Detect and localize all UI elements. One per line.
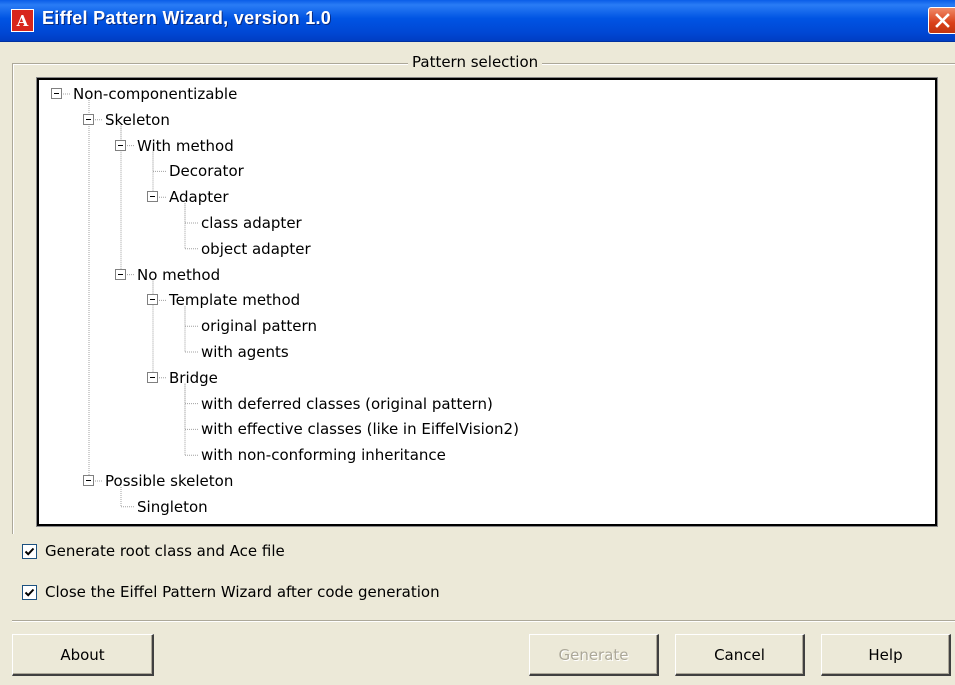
tree-item[interactable]: original pattern — [199, 316, 319, 336]
collapse-toggle-icon[interactable] — [83, 113, 94, 125]
about-button[interactable]: About — [12, 634, 154, 676]
collapse-toggle-icon[interactable] — [147, 371, 158, 383]
close-after-label: Close the Eiffel Pattern Wizard after co… — [45, 583, 440, 601]
checkmark-icon — [24, 547, 35, 556]
collapse-toggle-icon[interactable] — [115, 268, 126, 280]
checkmark-icon — [24, 588, 35, 597]
tree-item[interactable]: Adapter — [167, 187, 231, 207]
app-logo-icon[interactable]: A — [11, 9, 34, 32]
close-after-option[interactable]: Close the Eiffel Pattern Wizard after co… — [22, 582, 440, 602]
tree-item[interactable]: Non-componentizable — [71, 84, 239, 104]
tree-item[interactable]: with deferred classes (original pattern) — [199, 394, 495, 414]
generate-root-label: Generate root class and Ace file — [45, 542, 285, 560]
generate-root-option[interactable]: Generate root class and Ace file — [22, 541, 285, 561]
tree-item[interactable]: object adapter — [199, 239, 313, 259]
tree-item[interactable]: with effective classes (like in EiffelVi… — [199, 419, 521, 439]
collapse-toggle-icon[interactable] — [83, 475, 94, 486]
generate-button[interactable]: Generate — [529, 634, 659, 676]
pattern-tree[interactable]: Non-componentizable Skeleton With method De… — [37, 78, 937, 526]
tree-item[interactable]: No method — [135, 265, 222, 285]
tree-item[interactable]: Bridge — [167, 368, 220, 388]
collapse-toggle-icon[interactable] — [147, 191, 158, 203]
tree-item[interactable]: Template method — [167, 290, 302, 310]
tree-item[interactable]: with non-conforming inheritance — [199, 445, 448, 465]
collapse-toggle-icon[interactable] — [147, 294, 158, 306]
window-title: Eiffel Pattern Wizard, version 1.0 — [42, 8, 332, 28]
collapse-toggle-icon[interactable] — [51, 88, 62, 99]
separator — [12, 620, 955, 622]
tree-item[interactable]: with agents — [199, 342, 291, 362]
tree-item[interactable]: class adapter — [199, 213, 304, 233]
help-button[interactable]: Help — [821, 634, 951, 676]
pattern-selection-label: Pattern selection — [408, 53, 543, 71]
tree-item[interactable]: Possible skeleton — [103, 471, 235, 491]
tree-item[interactable]: Skeleton — [103, 110, 172, 130]
close-button[interactable] — [928, 7, 955, 34]
tree-item[interactable]: Decorator — [167, 161, 246, 181]
close-icon — [934, 13, 950, 28]
tree-item[interactable]: With method — [135, 136, 236, 156]
tree-item[interactable]: Singleton — [135, 497, 210, 517]
close-after-checkbox[interactable] — [22, 584, 37, 600]
collapse-toggle-icon[interactable] — [115, 139, 126, 151]
title-bar[interactable]: A Eiffel Pattern Wizard, version 1.0 — [0, 0, 955, 42]
cancel-button[interactable]: Cancel — [675, 634, 805, 676]
generate-root-checkbox[interactable] — [22, 543, 37, 559]
